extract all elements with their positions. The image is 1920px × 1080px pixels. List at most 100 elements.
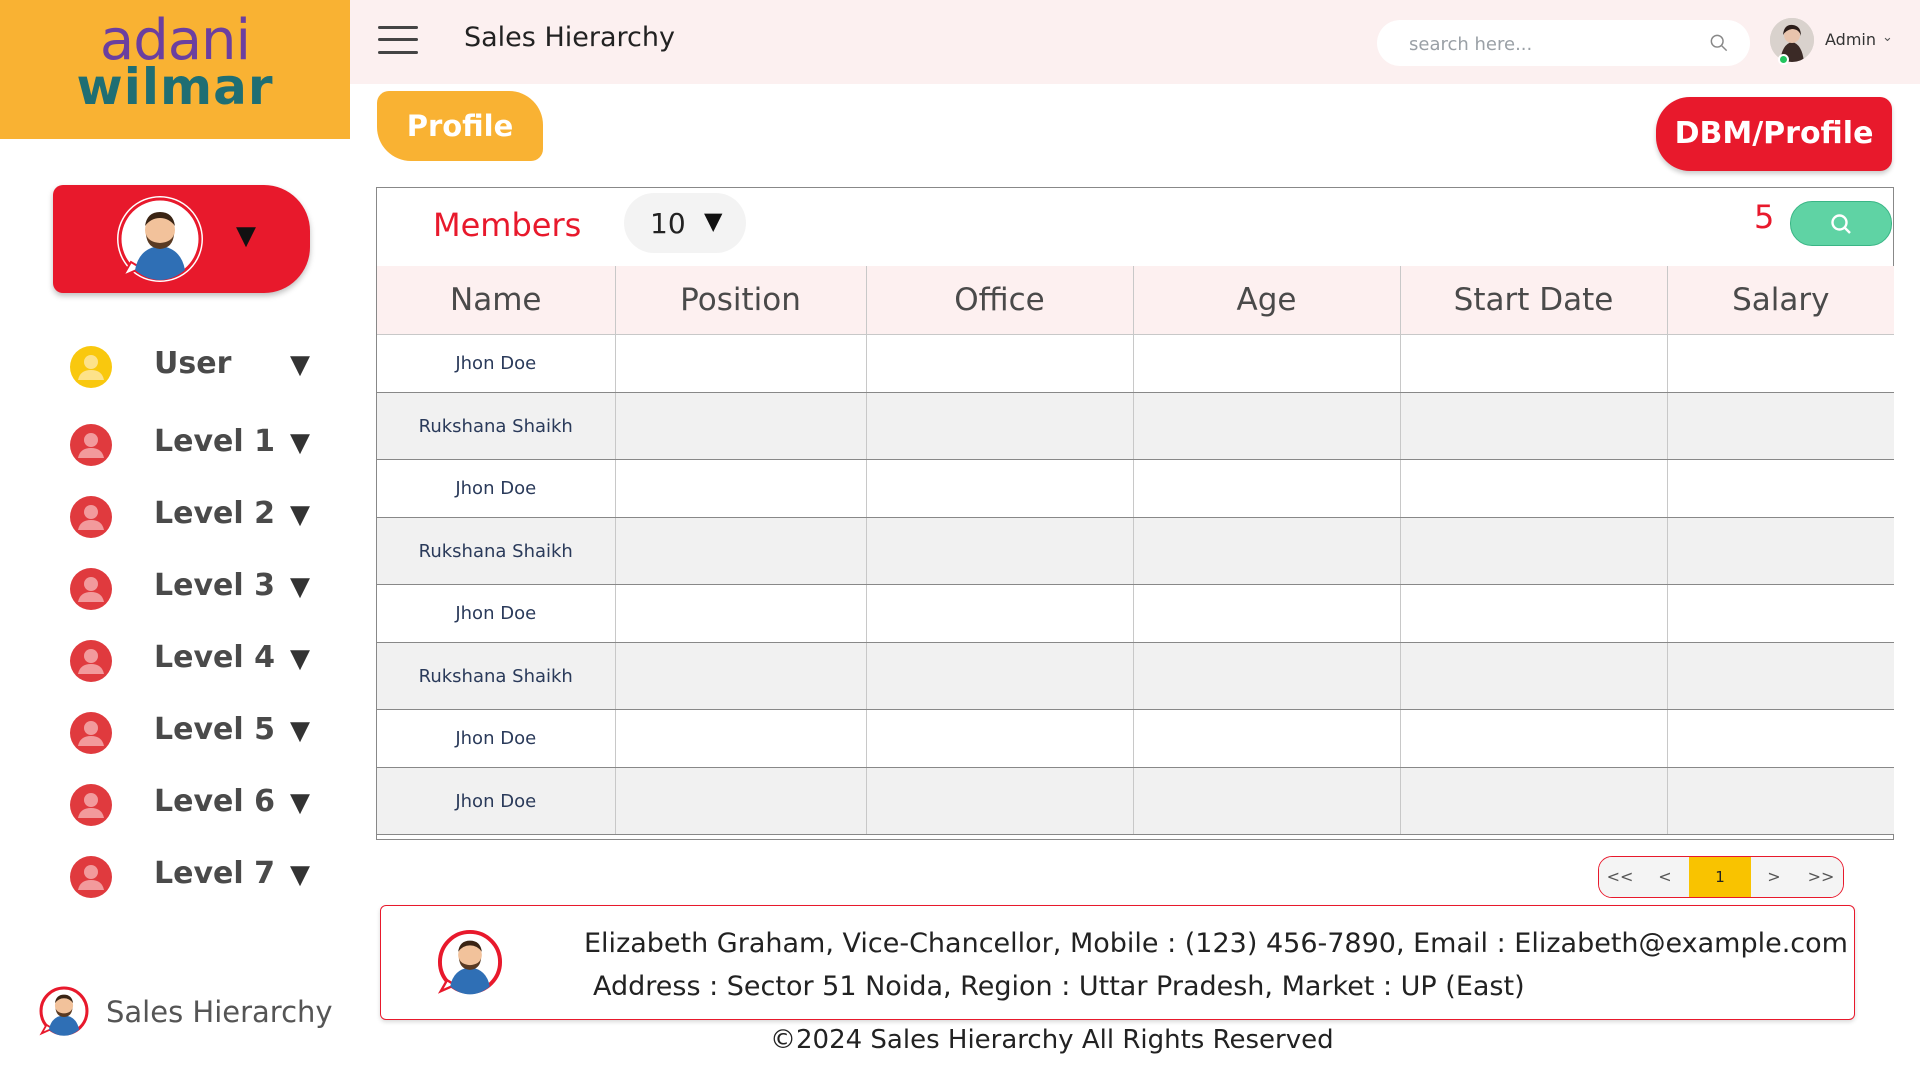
column-header-name[interactable]: Name: [377, 266, 616, 335]
sidebar-item-label: Level 7: [154, 856, 275, 891]
expand-arrow-icon[interactable]: ▼: [290, 860, 310, 890]
sidebar-item-level-5[interactable]: Level 5 ▼: [70, 706, 320, 758]
column-header-office[interactable]: Office: [866, 266, 1134, 335]
sidebar-item-level-3[interactable]: Level 3 ▼: [70, 562, 320, 614]
sidebar-footer-label: Sales Hierarchy: [106, 995, 333, 1029]
members-label: Members: [433, 206, 582, 244]
cell-start-date: [1400, 767, 1668, 835]
cell-salary: [1667, 459, 1894, 518]
search-icon[interactable]: [1710, 34, 1728, 52]
cell-age: [1133, 767, 1401, 835]
brand-line-2: wilmar: [76, 58, 274, 116]
contact-info-line-1: Elizabeth Graham, Vice-Chancellor, Mobil…: [584, 928, 1848, 959]
first-page-button[interactable]: <<: [1599, 857, 1642, 897]
user-icon: [70, 346, 112, 388]
user-avatar[interactable]: [1770, 18, 1814, 62]
cell-start-date: [1400, 517, 1668, 585]
table-row[interactable]: Jhon Doe: [377, 334, 1894, 393]
table-row[interactable]: Jhon Doe: [377, 459, 1894, 518]
column-header-age[interactable]: Age: [1133, 266, 1401, 335]
pagination: << < 1 > >>: [1598, 856, 1844, 898]
avatar: [437, 929, 503, 995]
dbm-profile-button[interactable]: DBM/Profile: [1656, 97, 1892, 171]
expand-arrow-icon[interactable]: ▼: [290, 572, 310, 602]
table-row[interactable]: Rukshana Shaikh: [377, 517, 1894, 585]
brand-logo: adani wilmar: [0, 0, 350, 139]
cell-position: [615, 584, 867, 643]
prev-page-button[interactable]: <: [1641, 857, 1690, 897]
search-icon: [1831, 214, 1851, 234]
column-header-position[interactable]: Position: [615, 266, 867, 335]
cell-salary: [1667, 584, 1894, 643]
cell-position: [615, 459, 867, 518]
sidebar-user-card[interactable]: ▼: [53, 185, 310, 293]
sidebar-item-label: Level 6: [154, 784, 275, 819]
cell-office: [866, 709, 1134, 768]
cell-start-date: [1400, 459, 1668, 518]
user-icon: [70, 640, 112, 682]
table-header-row: Name Position Office Age Start Date Sala…: [377, 266, 1894, 335]
cell-start-date: [1400, 709, 1668, 768]
sidebar-item-level-6[interactable]: Level 6 ▼: [70, 778, 320, 830]
sidebar-item-level-2[interactable]: Level 2 ▼: [70, 490, 320, 542]
cell-salary: [1667, 767, 1894, 835]
menu-toggle-icon[interactable]: [378, 24, 418, 56]
expand-arrow-icon[interactable]: ▼: [290, 788, 310, 818]
cell-start-date: [1400, 584, 1668, 643]
sidebar-item-level-1[interactable]: Level 1 ▼: [70, 418, 320, 470]
cell-age: [1133, 392, 1401, 460]
search-box[interactable]: [1377, 20, 1750, 66]
expand-arrow-icon[interactable]: ▼: [290, 644, 310, 674]
profile-button[interactable]: Profile: [377, 91, 543, 161]
table-row[interactable]: Jhon Doe: [377, 709, 1894, 768]
expand-arrow-icon[interactable]: ▼: [290, 428, 310, 458]
page-1-button[interactable]: 1: [1689, 857, 1752, 897]
contact-info-card: [380, 905, 1855, 1020]
cell-office: [866, 584, 1134, 643]
expand-arrow-icon[interactable]: ▼: [290, 350, 310, 380]
table-search-button[interactable]: [1790, 201, 1892, 246]
sidebar-footer[interactable]: Sales Hierarchy: [38, 983, 338, 1039]
expand-arrow-icon[interactable]: ▼: [290, 500, 310, 530]
members-count: 5: [1754, 198, 1775, 236]
cell-position: [615, 642, 867, 710]
cell-salary: [1667, 517, 1894, 585]
sidebar-item-user[interactable]: User ▼: [70, 340, 320, 392]
column-header-salary[interactable]: Salary: [1667, 266, 1894, 335]
cell-name: Rukshana Shaikh: [377, 392, 616, 460]
table-row[interactable]: Rukshana Shaikh: [377, 392, 1894, 460]
copyright-text: ©2024 Sales Hierarchy All Rights Reserve…: [770, 1025, 1334, 1055]
cell-age: [1133, 709, 1401, 768]
cell-salary: [1667, 334, 1894, 393]
sidebar-item-label: Level 1: [154, 424, 275, 459]
table-row[interactable]: Jhon Doe: [377, 767, 1894, 835]
cell-office: [866, 334, 1134, 393]
cell-age: [1133, 334, 1401, 393]
user-icon: [70, 712, 112, 754]
cell-age: [1133, 459, 1401, 518]
cell-name: Rukshana Shaikh: [377, 517, 616, 585]
sidebar-item-level-7[interactable]: Level 7 ▼: [70, 850, 320, 902]
page-size-select[interactable]: 10 ▼: [624, 193, 746, 253]
sidebar-item-level-4[interactable]: Level 4 ▼: [70, 634, 320, 686]
table-row[interactable]: Jhon Doe: [377, 584, 1894, 643]
cell-start-date: [1400, 392, 1668, 460]
column-header-start-date[interactable]: Start Date: [1400, 266, 1668, 335]
cell-age: [1133, 642, 1401, 710]
user-icon: [70, 856, 112, 898]
expand-arrow-icon[interactable]: ▼: [290, 716, 310, 746]
search-input[interactable]: [1407, 30, 1701, 58]
cell-salary: [1667, 392, 1894, 460]
chevron-down-icon[interactable]: ⌄: [1882, 30, 1893, 45]
admin-label[interactable]: Admin: [1825, 30, 1876, 49]
sidebar-item-label: User: [154, 346, 232, 381]
last-page-button[interactable]: >>: [1797, 857, 1843, 897]
cell-name: Jhon Doe: [377, 709, 616, 768]
table-row[interactable]: Rukshana Shaikh: [377, 642, 1894, 710]
page-title: Sales Hierarchy: [464, 22, 675, 53]
dropdown-caret-icon[interactable]: ▼: [236, 221, 256, 251]
user-icon: [70, 784, 112, 826]
page-size-value: 10: [650, 207, 686, 240]
cell-position: [615, 709, 867, 768]
next-page-button[interactable]: >: [1751, 857, 1798, 897]
